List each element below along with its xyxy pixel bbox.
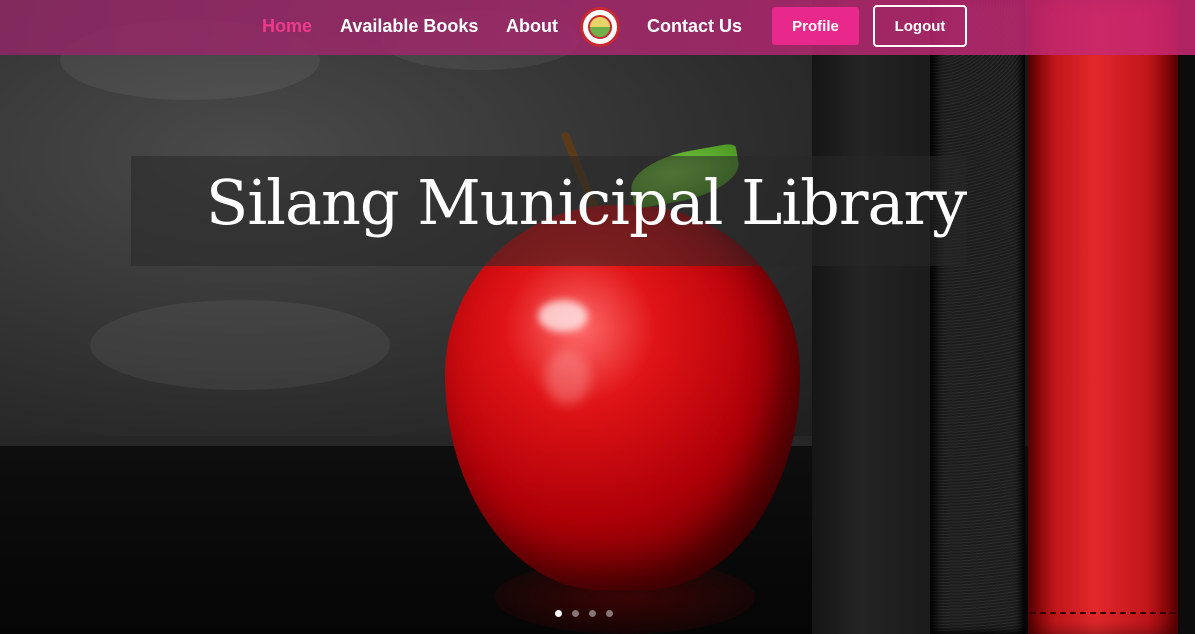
book-spine-red <box>1028 0 1178 634</box>
carousel-indicator-2[interactable] <box>572 610 579 617</box>
apple-highlight-soft <box>545 350 590 405</box>
hero-carousel: Silang Municipal Library <box>0 0 1195 634</box>
carousel-indicator-1[interactable] <box>555 610 562 617</box>
top-navbar: Home Available Books About Contact Us Pr… <box>0 0 1195 55</box>
logout-button[interactable]: Logout <box>873 5 967 47</box>
book-spine-dark <box>812 0 930 634</box>
library-seal-logo-icon[interactable] <box>580 7 620 47</box>
nav-link-available-books[interactable]: Available Books <box>340 16 478 37</box>
seal-emblem <box>588 15 612 39</box>
nav-link-contact-us[interactable]: Contact Us <box>647 16 742 37</box>
book-spine-textured <box>930 0 1025 634</box>
profile-button[interactable]: Profile <box>772 7 859 45</box>
carousel-indicators <box>555 610 613 617</box>
hero-title: Silang Municipal Library <box>205 166 967 239</box>
nav-link-about[interactable]: About <box>506 16 558 37</box>
nav-link-home[interactable]: Home <box>262 16 312 37</box>
background-edge <box>1178 0 1195 634</box>
carousel-indicator-4[interactable] <box>606 610 613 617</box>
carousel-indicator-3[interactable] <box>589 610 596 617</box>
apple-highlight <box>538 300 588 332</box>
book-stitching <box>1030 612 1176 614</box>
